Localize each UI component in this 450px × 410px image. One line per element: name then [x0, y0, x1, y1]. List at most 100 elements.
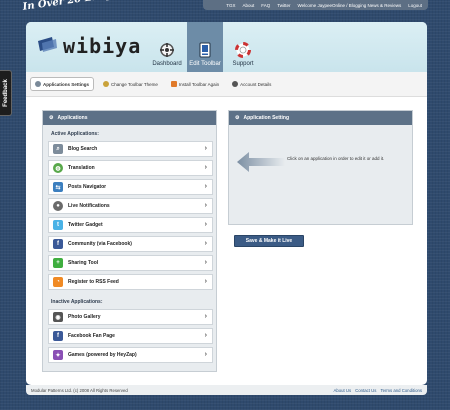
subnav-change-theme[interactable]: Change Toolbar Theme	[99, 78, 162, 90]
applications-gear-icon: ⚙	[49, 115, 54, 121]
chevron-right-icon: ›	[204, 145, 207, 152]
dashboard-icon	[160, 43, 174, 57]
subnav-account-details[interactable]: Account Details	[228, 78, 275, 90]
settings-icon	[35, 81, 41, 87]
app-games-heyzap[interactable]: ✦ Games (powered by HeyZap) ›	[48, 347, 213, 363]
app-label: Photo Gallery	[68, 314, 101, 320]
main-panel: wibiya Dashboard Edit Toolbar Support Ap…	[26, 22, 427, 385]
app-posts-navigator[interactable]: ⇆ Posts Navigator ›	[48, 179, 213, 195]
footer-terms-link[interactable]: Terms and Conditions	[380, 388, 422, 393]
app-facebook-fan-page[interactable]: f Facebook Fan Page ›	[48, 328, 213, 344]
sub-navigation: Applications Settings Change Toolbar The…	[26, 72, 427, 97]
facebook-icon: f	[53, 239, 63, 249]
logo[interactable]: wibiya	[63, 34, 141, 58]
tagline: In Over 20 Languages!	[22, 0, 150, 13]
nav-support-label: Support	[232, 61, 254, 67]
app-label: Twitter Gadget	[68, 222, 103, 228]
app-label: Posts Navigator	[68, 184, 107, 190]
footer-links: About Us Contact Us Terms and Conditions	[333, 388, 422, 393]
chevron-right-icon: ›	[204, 183, 207, 190]
footer: Modular Patterns Ltd. (c) 2008 All Right…	[26, 385, 427, 395]
camera-icon: ◉	[53, 312, 63, 322]
plus-icon: +	[53, 258, 63, 268]
chevron-right-icon: ›	[204, 259, 207, 266]
games-icon: ✦	[53, 350, 63, 360]
topnav-faq[interactable]: FAQ	[261, 3, 270, 8]
feedback-tab[interactable]: Feedback	[0, 70, 12, 116]
chevron-right-icon: ›	[204, 313, 207, 320]
nav-dashboard[interactable]: Dashboard	[150, 22, 184, 72]
globe-icon: ◍	[53, 163, 63, 173]
setting-hint: Click on an application in order to edit…	[287, 156, 385, 161]
rss-icon: ◔	[53, 277, 63, 287]
app-translation[interactable]: ◍ Translation ›	[48, 160, 213, 176]
notification-icon: ●	[53, 201, 63, 211]
app-label: Sharing Tool	[68, 260, 99, 266]
applications-header: ⚙ Applications	[43, 111, 216, 125]
app-label: Community (via Facebook)	[68, 241, 132, 247]
topnav-twitter[interactable]: Twitter	[277, 3, 290, 8]
app-register-rss[interactable]: ◔ Register to RSS Feed ›	[48, 274, 213, 290]
app-label: Games (powered by HeyZap)	[68, 352, 137, 358]
app-community-facebook[interactable]: f Community (via Facebook) ›	[48, 236, 213, 252]
logo-icon	[38, 37, 57, 52]
active-applications-label: Active Applications:	[51, 131, 99, 137]
footer-copyright: Modular Patterns Ltd. (c) 2008 All Right…	[31, 387, 128, 393]
chevron-right-icon: ›	[204, 332, 207, 339]
inactive-applications-label: Inactive Applications:	[51, 299, 103, 305]
account-icon	[232, 81, 239, 87]
facebook-icon: f	[53, 331, 63, 341]
arrow-left-icon	[237, 152, 285, 172]
subnav-install-again-label: Install Toolbar Again	[178, 81, 220, 87]
chevron-right-icon: ›	[204, 278, 207, 285]
chevron-right-icon: ›	[204, 164, 207, 171]
subnav-applications-settings-label: Applications Settings	[43, 81, 90, 87]
chevron-right-icon: ›	[204, 240, 207, 247]
subnav-account-details-label: Account Details	[240, 81, 272, 87]
setting-gear-icon: ⚙	[235, 115, 240, 121]
footer-contact-link[interactable]: Contact Us	[355, 388, 376, 393]
footer-about-link[interactable]: About Us	[333, 388, 351, 393]
navigator-icon: ⇆	[53, 182, 63, 192]
chevron-right-icon: ›	[204, 202, 207, 209]
save-make-live-button[interactable]: Save & Make it Live	[234, 235, 304, 247]
search-icon: ⌕	[53, 144, 63, 154]
app-photo-gallery[interactable]: ◉ Photo Gallery ›	[48, 309, 213, 325]
application-setting-title: Application Setting	[243, 115, 290, 121]
application-setting-header: ⚙ Application Setting	[229, 111, 412, 125]
topnav-welcome[interactable]: Welcome JaypeeOnline / Blogging News & R…	[298, 3, 402, 8]
app-label: Blog Search	[68, 146, 98, 152]
app-live-notifications[interactable]: ● Live Notifications ›	[48, 198, 213, 214]
main-navigation: Dashboard Edit Toolbar Support	[150, 22, 263, 72]
nav-edit-toolbar[interactable]: Edit Toolbar	[187, 22, 223, 72]
app-label: Translation	[68, 165, 95, 171]
applications-title: Applications	[57, 115, 88, 121]
subnav-install-again[interactable]: Install Toolbar Again	[167, 78, 223, 90]
feedback-label: Feedback	[2, 79, 9, 107]
app-blog-search[interactable]: ⌕ Blog Search ›	[48, 141, 213, 157]
app-twitter-gadget[interactable]: t Twitter Gadget ›	[48, 217, 213, 233]
app-label: Register to RSS Feed	[68, 279, 119, 285]
chevron-right-icon: ›	[204, 351, 207, 358]
chevron-right-icon: ›	[204, 221, 207, 228]
nav-dashboard-label: Dashboard	[152, 61, 182, 67]
subnav-change-theme-label: Change Toolbar Theme	[111, 81, 158, 87]
support-icon	[235, 42, 251, 58]
app-label: Facebook Fan Page	[68, 333, 115, 339]
install-icon	[170, 81, 177, 87]
header: wibiya Dashboard Edit Toolbar Support	[26, 22, 427, 72]
edit-toolbar-icon	[199, 42, 211, 58]
subnav-applications-settings[interactable]: Applications Settings	[30, 77, 95, 91]
theme-icon	[103, 81, 110, 87]
topnav-about[interactable]: About	[242, 3, 254, 8]
app-sharing-tool[interactable]: + Sharing Tool ›	[48, 255, 213, 271]
topnav-tgx[interactable]: TGX	[226, 3, 235, 8]
twitter-icon: t	[53, 220, 63, 230]
applications-panel: ⚙ Applications Active Applications: ⌕ Bl…	[42, 110, 217, 372]
app-label: Live Notifications	[68, 203, 110, 209]
nav-edit-toolbar-label: Edit Toolbar	[189, 61, 221, 67]
top-navigation: TGX About FAQ Twitter Welcome JaypeeOnli…	[203, 0, 428, 10]
nav-support[interactable]: Support	[226, 22, 260, 72]
application-setting-panel: ⚙ Application Setting Click on an applic…	[228, 110, 413, 225]
topnav-logout[interactable]: Logout	[408, 3, 422, 8]
